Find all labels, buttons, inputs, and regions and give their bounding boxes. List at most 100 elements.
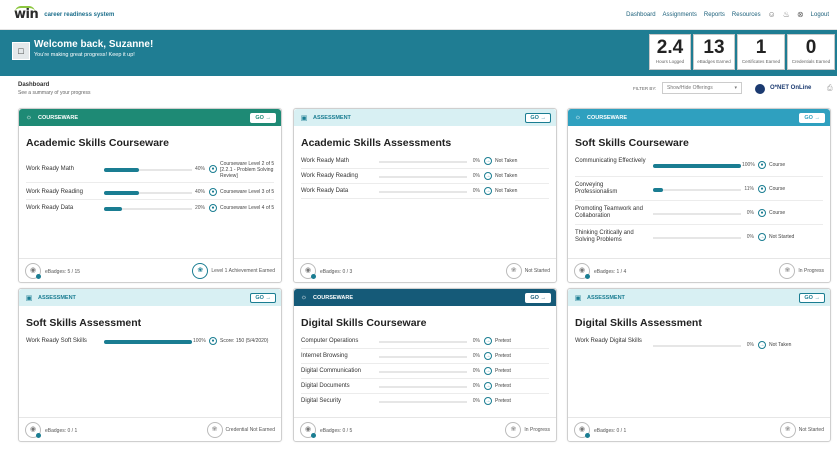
row-status: Not Taken: [769, 342, 792, 348]
ebadge-icon[interactable]: ◉: [25, 263, 41, 279]
onet-link[interactable]: O*NET OnLine: [770, 85, 811, 91]
stat-value: 0: [805, 37, 817, 58]
arrow-circle-icon: →: [484, 367, 492, 375]
nav-link-dashboard[interactable]: Dashboard: [626, 12, 655, 18]
go-button[interactable]: GO →: [525, 292, 551, 303]
row-percent: 0%: [746, 210, 754, 216]
stats-panel: 2.4 Hours Logged 13 eBadges Earned 1 Cer…: [649, 34, 835, 70]
progress-row[interactable]: Internet Browsing 0% → Pretest: [301, 350, 549, 364]
user-icon[interactable]: ☺: [768, 10, 776, 19]
ebadge-icon[interactable]: ◉: [574, 422, 590, 438]
progress-track: [104, 168, 192, 172]
progress-track: [104, 191, 192, 195]
progress-track: [104, 207, 192, 211]
go-button[interactable]: GO →: [525, 112, 551, 123]
progress-track: [379, 386, 467, 388]
progress-row[interactable]: Work Ready Soft Skills 100% ● Score: 150…: [26, 335, 274, 349]
logo-system: career readiness system: [44, 11, 115, 18]
progress-row[interactable]: Work Ready Data 0% → Not Taken: [301, 185, 549, 199]
filter-select[interactable]: Show/Hide Offerings ▾: [662, 82, 742, 94]
card-header: ▣ ASSESSMENT GO →: [568, 289, 830, 306]
card-header: ☼ COURSEWARE GO →: [19, 109, 281, 126]
card-academic-assessments: ▣ ASSESSMENT GO → Academic Skills Assess…: [293, 108, 557, 283]
go-button[interactable]: GO →: [250, 292, 276, 303]
logo[interactable]: win career readiness system: [14, 6, 115, 22]
card-header: ☼ COURSEWARE GO →: [294, 289, 556, 306]
row-percent: 0%: [472, 383, 480, 389]
nav-link-resources[interactable]: Resources: [732, 12, 761, 18]
stat-label: Credentials Earned: [791, 59, 831, 64]
onet-logo-icon[interactable]: [755, 84, 765, 94]
row-label: Work Ready Math: [26, 166, 74, 172]
ebadges-count: eBadges: 0 / 1: [45, 428, 78, 434]
progress-fill: [653, 188, 663, 192]
row-status: Not Taken: [495, 158, 518, 164]
arrow-circle-icon: →: [484, 157, 492, 165]
ebadges-count: eBadges: 0 / 1: [594, 428, 627, 434]
progress-row[interactable]: Work Ready Reading 40% ● Courseware Leve…: [26, 186, 274, 200]
progress-row[interactable]: Thinking Critically and Solving Problems…: [575, 227, 823, 249]
progress-row[interactable]: Work Ready Reading 0% → Not Taken: [301, 170, 549, 184]
card-soft-courseware: ☼ COURSEWARE GO → Soft Skills Courseware…: [567, 108, 831, 283]
row-status: Score: 150 (5/4/2020): [220, 338, 269, 344]
footer-status: ❀ Credential Not Earned: [206, 422, 275, 438]
card-type: ASSESSMENT: [587, 294, 625, 301]
top-nav: win career readiness system Dashboard As…: [0, 0, 837, 30]
footer-status-text: Not Started: [524, 268, 550, 274]
stat-value: 1: [755, 37, 767, 58]
footer-status-text: Not Started: [798, 427, 824, 433]
nav-link-assignments[interactable]: Assignments: [663, 12, 697, 18]
ebadge-icon[interactable]: ◉: [574, 263, 590, 279]
card-type: ASSESSMENT: [313, 114, 351, 121]
go-button[interactable]: GO →: [799, 292, 825, 303]
ribbon-icon: ❀: [206, 422, 223, 438]
progress-row[interactable]: Computer Operations 0% → Pretest: [301, 335, 549, 349]
progress-track: [653, 237, 741, 239]
card-header: ▣ ASSESSMENT GO →: [19, 289, 281, 306]
progress-track: [379, 341, 467, 343]
lightbulb-icon: ☼: [574, 114, 582, 121]
course-icon: ●: [758, 209, 766, 217]
dashboard-title: Dashboard: [18, 82, 50, 88]
footer-status-text: Level 1 Achievement Earned: [211, 268, 275, 274]
bell-icon[interactable]: ♨: [783, 10, 790, 19]
progress-row[interactable]: Conveying Professionalism 11% ● Course: [575, 179, 823, 201]
go-button[interactable]: GO →: [250, 112, 276, 123]
row-label: Conveying Professionalism: [575, 182, 618, 195]
row-label: Computer Operations: [301, 338, 359, 344]
arrow-circle-icon: →: [484, 382, 492, 390]
progress-row[interactable]: Digital Security 0% → Pretest: [301, 395, 549, 409]
progress-row[interactable]: Work Ready Digital Skills 0% → Not Taken: [575, 335, 823, 357]
progress-row[interactable]: Work Ready Data 20% ● Courseware Level 4…: [26, 202, 274, 216]
ebadge-icon[interactable]: ◉: [300, 422, 316, 438]
progress-row[interactable]: Work Ready Math 40% ● Courseware Level 2…: [26, 161, 274, 183]
assessment-icon: ▣: [300, 114, 308, 122]
ribbon-icon: ❀: [779, 263, 796, 279]
arrow-circle-icon: →: [758, 341, 766, 349]
card-title: Digital Skills Courseware: [301, 317, 427, 329]
row-label: Digital Security: [301, 398, 342, 404]
card-header: ▣ ASSESSMENT GO →: [294, 109, 556, 126]
footer-status: ❀ Not Started: [779, 422, 824, 438]
progress-row[interactable]: Digital Communication 0% → Pretest: [301, 365, 549, 379]
row-label: Communicating Effectively: [575, 158, 646, 164]
progress-row[interactable]: Digital Documents 0% → Pretest: [301, 380, 549, 394]
logo-win: win: [14, 6, 39, 22]
progress-row[interactable]: Work Ready Math 0% → Not Taken: [301, 155, 549, 169]
logout-icon[interactable]: ⊗: [797, 10, 804, 19]
row-status: Pretest: [495, 383, 511, 389]
stat-value: 13: [703, 37, 725, 58]
card-footer: ◉ eBadges: 0 / 5 ❀ In Progress: [294, 417, 556, 441]
print-icon[interactable]: ⎙: [827, 85, 833, 93]
progress-row[interactable]: Communicating Effectively 100% ● Course: [575, 155, 823, 177]
go-button[interactable]: GO →: [799, 112, 825, 123]
ebadge-icon[interactable]: ◉: [300, 263, 316, 279]
row-status: Courseware Level 4 of 5: [220, 205, 275, 211]
stat-value: 2.4: [656, 37, 684, 58]
progress-row[interactable]: Promoting Teamwork and Collaboration 0% …: [575, 203, 823, 225]
progress-track: [379, 176, 467, 178]
logout-link[interactable]: Logout: [811, 12, 829, 18]
footer-status: ❀ Level 1 Achievement Earned: [192, 263, 275, 279]
ebadge-icon[interactable]: ◉: [25, 422, 41, 438]
nav-link-reports[interactable]: Reports: [704, 12, 725, 18]
